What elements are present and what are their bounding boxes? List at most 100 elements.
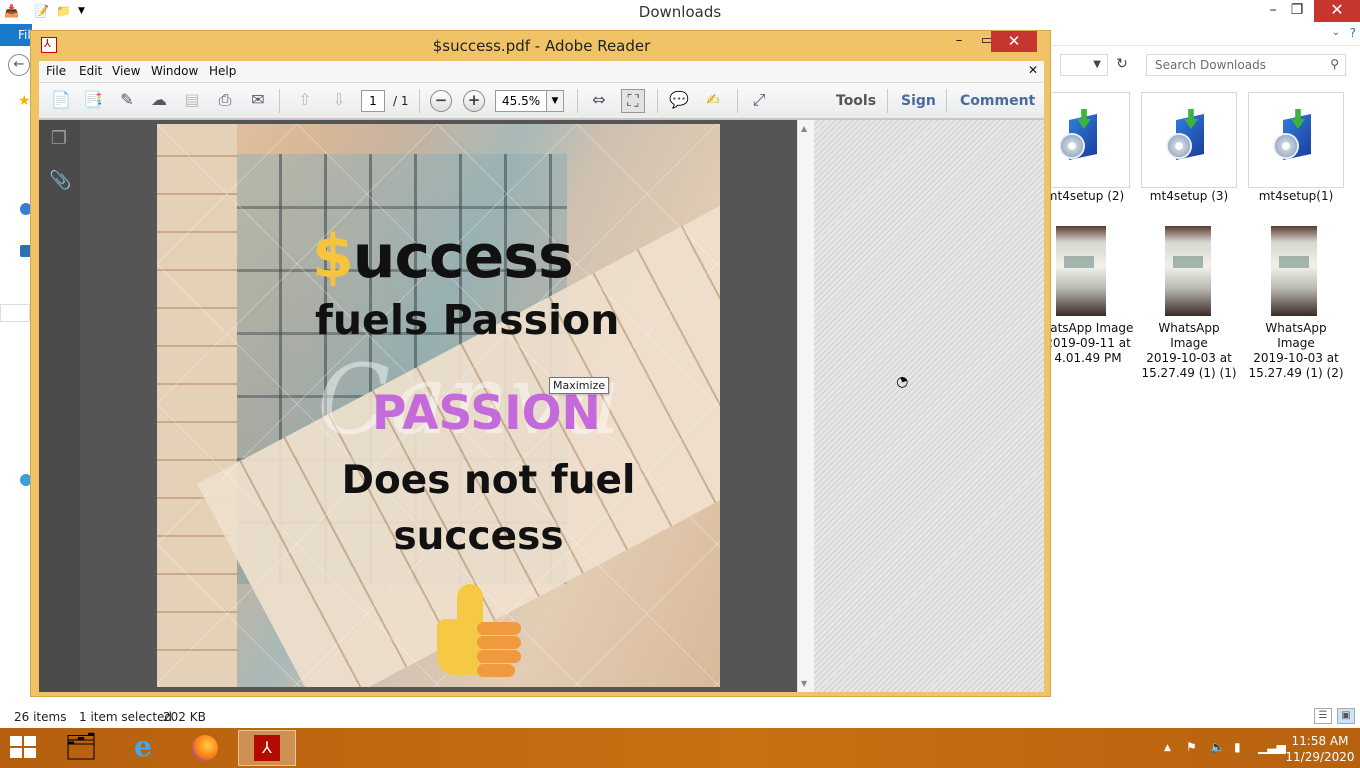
installer-icon — [1164, 109, 1214, 167]
taskbar-internet-explorer[interactable]: e — [114, 730, 172, 766]
toolbar-divider — [737, 89, 738, 113]
ribbon-expand-icon[interactable]: ⌄ — [1332, 27, 1340, 38]
next-page-icon[interactable]: ⇩ — [327, 89, 351, 113]
reader-menubar: File Edit View Window Help ✕ — [39, 61, 1044, 83]
edit-pdf-icon[interactable]: ✎ — [115, 89, 139, 113]
file-thumbnail-whatsapp-3[interactable] — [1271, 226, 1317, 316]
file-tile-mt4setup-3[interactable] — [1141, 92, 1237, 188]
menu-view[interactable]: View — [112, 64, 140, 78]
search-input[interactable]: Search Downloads ⚲ — [1146, 54, 1346, 76]
volume-icon[interactable]: 🔈 — [1210, 740, 1225, 754]
email-icon[interactable]: ✉ — [246, 89, 270, 113]
comment-panel-link[interactable]: Comment — [960, 93, 1035, 109]
scroll-down-arrow[interactable]: ▼ — [801, 679, 807, 688]
file-label: mt4setup(1) — [1258, 189, 1334, 203]
reader-title: $success.pdf - Adobe Reader — [432, 37, 651, 55]
start-button[interactable] — [10, 736, 38, 760]
address-dropdown[interactable]: ▼ — [1060, 54, 1108, 76]
pdf-line-does-not-fuel: Does not fuel — [341, 458, 636, 503]
reader-minimize-button[interactable]: – — [945, 31, 973, 53]
fit-page-icon[interactable]: ⛶ — [621, 89, 645, 113]
taskbar-adobe-reader[interactable]: ⅄ — [238, 730, 296, 766]
toolbar-divider — [946, 89, 947, 113]
show-hidden-icons[interactable]: ▲ — [1164, 743, 1171, 753]
heading-text: uccess — [352, 222, 574, 292]
sign-panel-link[interactable]: Sign — [901, 93, 936, 109]
menu-file[interactable]: File — [46, 64, 66, 78]
toolbar-divider — [657, 89, 658, 113]
file-label: WhatsApp Image 2019-10-03 at 15.27.49 (1… — [1248, 321, 1344, 380]
adobe-reader-window: $success.pdf - Adobe Reader – ▭ ✕ File E… — [30, 30, 1051, 697]
toolbar-divider — [419, 89, 420, 113]
upload-cloud-icon[interactable]: ☁ — [147, 89, 171, 113]
installer-icon — [1057, 109, 1107, 167]
file-label: mt4setup (3) — [1149, 189, 1229, 203]
zoom-dropdown[interactable]: ▼ — [546, 90, 564, 112]
highlight-icon[interactable]: ✍ — [701, 89, 725, 113]
zoom-in-button[interactable]: + — [463, 90, 485, 112]
explorer-statusbar: 26 items 1 item selected 202 KB — [0, 706, 1360, 728]
explorer-titlebar: 📥 📝 📁 ▼ Downloads – ❐ ✕ — [0, 0, 1360, 24]
maximize-tooltip: Maximize — [549, 377, 610, 394]
reader-toolbar: 📄 📑 ✎ ☁ ▤ ⎙ ✉ ⇧ ⇩ 1 / 1 − + 45.5% ▼ ⇔ ⛶ … — [39, 83, 1044, 119]
action-center-flag-icon[interactable]: ⚑ — [1186, 740, 1197, 754]
reader-close-button[interactable]: ✕ — [991, 31, 1037, 52]
installer-icon — [1271, 109, 1321, 167]
large-icons-view-icon[interactable]: ▣ — [1337, 708, 1355, 724]
item-count: 26 items — [14, 710, 67, 724]
explorer-file-tab[interactable]: File — [0, 24, 32, 46]
print-icon[interactable]: ⎙ — [213, 89, 237, 113]
file-label: hatsApp Image 2019-09-11 at 4.01.49 PM — [1042, 321, 1134, 365]
file-label: mt4setup (2) — [1045, 189, 1125, 203]
create-pdf-icon[interactable]: 📄 — [49, 89, 73, 113]
battery-icon[interactable]: ▮ — [1234, 740, 1241, 754]
menu-help[interactable]: Help — [209, 64, 236, 78]
pdf-page[interactable]: Canva $uccess fuels Passion PASSION Does… — [157, 124, 720, 687]
taskbar-firefox[interactable] — [176, 730, 234, 766]
export-pdf-icon[interactable]: 📑 — [81, 89, 105, 113]
explorer-title: Downloads — [638, 3, 722, 21]
back-button[interactable]: ← — [8, 54, 30, 76]
toolbar-divider — [887, 89, 888, 113]
details-view-icon[interactable]: ☰ — [1314, 708, 1332, 724]
adobe-reader-taskbar-icon: ⅄ — [254, 735, 280, 761]
refresh-icon[interactable]: ↻ — [1110, 54, 1134, 76]
pdf-line-fuels-passion: fuels Passion — [315, 296, 620, 344]
previous-page-icon[interactable]: ⇧ — [293, 89, 317, 113]
menu-window[interactable]: Window — [151, 64, 198, 78]
selection-size: 202 KB — [163, 710, 206, 724]
toolbar-divider — [577, 89, 578, 113]
toolbar-divider — [279, 89, 280, 113]
taskbar-clock[interactable]: 11:58 AM 11/29/2020 — [1282, 733, 1358, 765]
page-total: / 1 — [393, 94, 409, 108]
scroll-up-arrow[interactable]: ▲ — [801, 124, 807, 133]
help-icon[interactable]: ? — [1350, 26, 1356, 40]
navigation-pane: ❐ 📎 — [39, 120, 80, 692]
sidebar-selected-item[interactable] — [0, 304, 30, 322]
tools-panel-link[interactable]: Tools — [836, 93, 876, 109]
explorer-maximize-button[interactable]: ❐ — [1282, 0, 1312, 22]
side-panel-area — [814, 120, 1044, 692]
page-thumbnails-icon[interactable]: ❐ — [49, 128, 69, 150]
file-thumbnail-whatsapp-1[interactable] — [1056, 226, 1106, 316]
taskbar-file-explorer[interactable]: 🗂 — [52, 730, 110, 766]
page-number-input[interactable]: 1 — [361, 90, 385, 112]
file-thumbnail-whatsapp-2[interactable] — [1165, 226, 1211, 316]
pdf-line-passion: PASSION — [372, 386, 601, 441]
zoom-level-input[interactable]: 45.5% — [495, 90, 547, 112]
fit-width-icon[interactable]: ⇔ — [587, 89, 611, 113]
search-placeholder: Search Downloads — [1155, 58, 1266, 72]
save-icon[interactable]: ▤ — [180, 89, 204, 113]
zoom-out-button[interactable]: − — [430, 90, 452, 112]
favorites-star-icon[interactable]: ★ — [18, 93, 31, 109]
document-close-icon[interactable]: ✕ — [1028, 63, 1038, 77]
vertical-scrollbar[interactable]: ▲ ▼ — [797, 120, 814, 692]
full-screen-icon[interactable]: ⤢ — [747, 89, 771, 113]
selection-count: 1 item selected — [79, 710, 173, 724]
menu-edit[interactable]: Edit — [79, 64, 102, 78]
clock-time: 11:58 AM — [1291, 734, 1349, 748]
sticky-note-icon[interactable]: 💬 — [667, 89, 691, 113]
attachments-icon[interactable]: 📎 — [49, 170, 71, 192]
explorer-close-button[interactable]: ✕ — [1314, 0, 1360, 22]
file-tile-mt4setup-1[interactable] — [1248, 92, 1344, 188]
